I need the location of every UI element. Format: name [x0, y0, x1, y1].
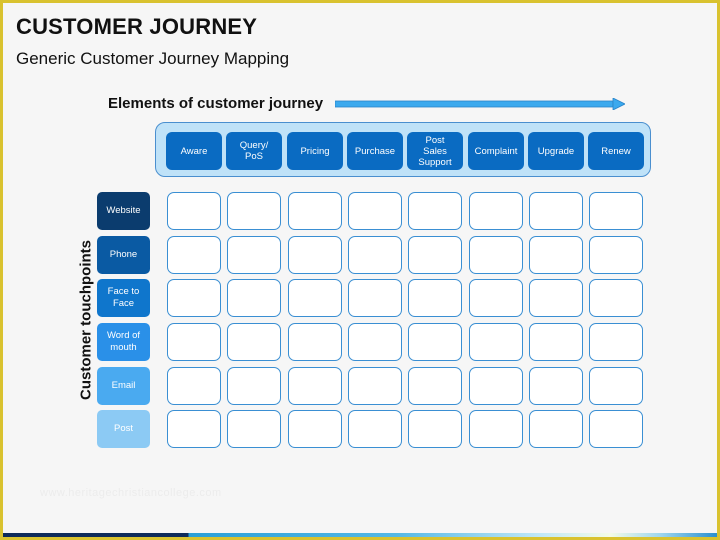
grid-cell-r0-c4[interactable] — [408, 192, 462, 230]
grid-cell-r4-c1[interactable] — [227, 367, 281, 405]
touchpoint-2[interactable]: Face to Face — [97, 279, 150, 317]
grid-cell-r3-c7[interactable] — [589, 323, 643, 361]
grid-cell-r5-c5[interactable] — [469, 410, 523, 448]
grid-cell-r3-c6[interactable] — [529, 323, 583, 361]
page-title: CUSTOMER JOURNEY — [16, 14, 258, 39]
grid-cell-r1-c2[interactable] — [288, 236, 342, 274]
grid-cell-r2-c0[interactable] — [167, 279, 221, 317]
grid-cell-r5-c4[interactable] — [408, 410, 462, 448]
grid-cell-r2-c3[interactable] — [348, 279, 402, 317]
grid-cell-r0-c0[interactable] — [167, 192, 221, 230]
stage-2[interactable]: Pricing — [287, 132, 343, 170]
grid-cell-r4-c6[interactable] — [529, 367, 583, 405]
grid-cell-r1-c5[interactable] — [469, 236, 523, 274]
grid-cell-r2-c4[interactable] — [408, 279, 462, 317]
grid-cell-r5-c7[interactable] — [589, 410, 643, 448]
grid-cell-r3-c0[interactable] — [167, 323, 221, 361]
watermark: www.heritagechristiancollege.com — [40, 487, 222, 499]
grid-cell-r2-c6[interactable] — [529, 279, 583, 317]
grid-cell-r5-c6[interactable] — [529, 410, 583, 448]
grid-cell-r4-c5[interactable] — [469, 367, 523, 405]
grid-cell-r5-c2[interactable] — [288, 410, 342, 448]
bottom-accent-bar — [3, 533, 717, 537]
grid-cell-r1-c6[interactable] — [529, 236, 583, 274]
stage-4[interactable]: Post Sales Support — [407, 132, 463, 170]
stage-6[interactable]: Upgrade — [528, 132, 584, 170]
grid-cell-r1-c7[interactable] — [589, 236, 643, 274]
grid-cell-r2-c7[interactable] — [589, 279, 643, 317]
grid-cell-r5-c3[interactable] — [348, 410, 402, 448]
grid-cell-r4-c0[interactable] — [167, 367, 221, 405]
elements-label: Elements of customer journey — [108, 95, 324, 112]
grid-cell-r4-c2[interactable] — [288, 367, 342, 405]
grid-cell-r0-c5[interactable] — [469, 192, 523, 230]
grid-cell-r2-c5[interactable] — [469, 279, 523, 317]
grid-cell-r1-c4[interactable] — [408, 236, 462, 274]
grid-cell-r0-c2[interactable] — [288, 192, 342, 230]
stage-3[interactable]: Purchase — [347, 132, 403, 170]
stage-7[interactable]: Renew — [588, 132, 644, 170]
grid-cell-r1-c3[interactable] — [348, 236, 402, 274]
grid-cell-r3-c2[interactable] — [288, 323, 342, 361]
stage-1[interactable]: Query/ PoS — [226, 132, 282, 170]
touchpoint-1[interactable]: Phone — [97, 236, 150, 274]
touchpoints-label: Customer touchpoints — [77, 240, 95, 400]
grid-cell-r2-c2[interactable] — [288, 279, 342, 317]
stage-0[interactable]: Aware — [166, 132, 222, 170]
stage-5[interactable]: Complaint — [468, 132, 524, 170]
touchpoint-4[interactable]: Email — [97, 367, 150, 405]
page-subtitle: Generic Customer Journey Mapping — [16, 49, 290, 68]
grid-cell-r0-c3[interactable] — [348, 192, 402, 230]
grid-cell-r5-c1[interactable] — [227, 410, 281, 448]
touchpoint-5[interactable]: Post — [97, 410, 150, 448]
grid-cell-r0-c6[interactable] — [529, 192, 583, 230]
touchpoint-0[interactable]: Website — [97, 192, 150, 230]
grid-cell-r2-c1[interactable] — [227, 279, 281, 317]
grid-cell-r5-c0[interactable] — [167, 410, 221, 448]
grid-cell-r0-c1[interactable] — [227, 192, 281, 230]
grid-cell-r4-c7[interactable] — [589, 367, 643, 405]
grid-cell-r4-c4[interactable] — [408, 367, 462, 405]
grid-cell-r3-c1[interactable] — [227, 323, 281, 361]
grid-cell-r1-c1[interactable] — [227, 236, 281, 274]
grid-cell-r1-c0[interactable] — [167, 236, 221, 274]
grid-cell-r3-c5[interactable] — [469, 323, 523, 361]
grid-cell-r3-c4[interactable] — [408, 323, 462, 361]
grid-cell-r4-c3[interactable] — [348, 367, 402, 405]
touchpoint-3[interactable]: Word of mouth — [97, 323, 150, 361]
grid-cell-r3-c3[interactable] — [348, 323, 402, 361]
grid-cell-r0-c7[interactable] — [589, 192, 643, 230]
right-arrow-icon — [335, 98, 625, 110]
